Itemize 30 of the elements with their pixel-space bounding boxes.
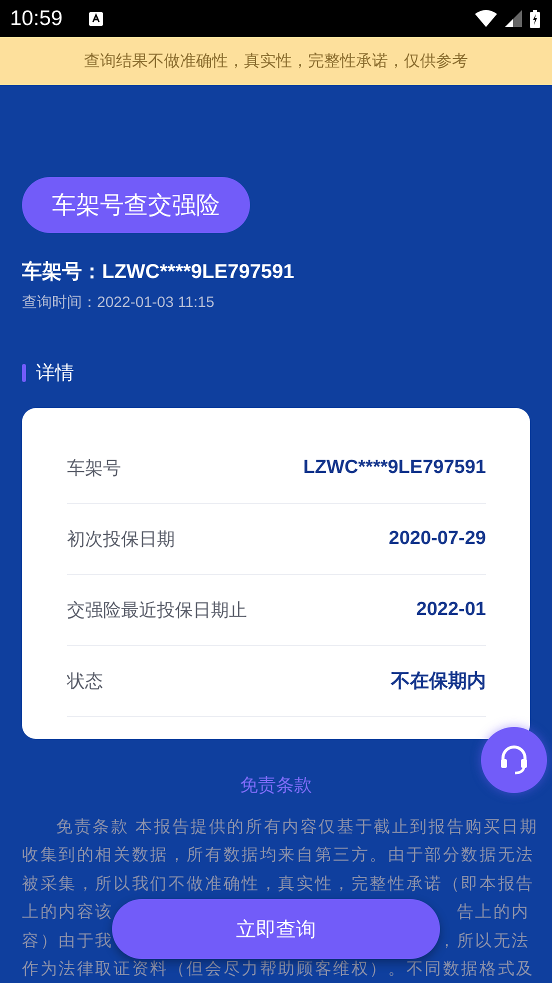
disclaimer-text: ，所以无法 bbox=[438, 930, 530, 952]
wifi-icon bbox=[475, 10, 497, 27]
query-time: 查询时间：2022-01-03 11:15 bbox=[22, 293, 216, 312]
disclaimer-text: 免责条款 本报告提供的所有内容仅基于截止到报告购买日期 bbox=[56, 817, 538, 836]
battery-icon bbox=[530, 10, 540, 28]
section-title: 详情 bbox=[36, 361, 74, 386]
detail-label: 状态 bbox=[67, 670, 103, 693]
disclaimer-text: 告上的内 bbox=[456, 901, 530, 924]
detail-label: 交强险最近投保日期止 bbox=[67, 599, 247, 622]
section-marker bbox=[22, 364, 26, 382]
disclaimer-title: 免责条款 bbox=[239, 774, 313, 797]
customer-service-button[interactable] bbox=[481, 727, 547, 793]
detail-label: 初次投保日期 bbox=[67, 528, 175, 551]
disclaimer-text: 上的内容该 bbox=[22, 901, 114, 924]
query-now-button[interactable]: 立即查询 bbox=[112, 899, 440, 959]
signal-icon bbox=[505, 10, 522, 27]
disclaimer-text: 被采集，所以我们不做准确性，真实性，完整性承诺（即本报告 bbox=[22, 874, 534, 893]
query-type-tag: 车架号查交强险 bbox=[22, 177, 250, 233]
detail-value: LZWC****9LE797591 bbox=[303, 457, 486, 479]
disclaimer-text: 作为法律取证资料（但会尽力帮助顾客维权）。不同数据格式及 bbox=[22, 958, 534, 978]
detail-value: 2020-07-29 bbox=[388, 528, 486, 550]
detail-value: 2022-01 bbox=[416, 599, 486, 621]
status-time: 10:59 bbox=[10, 6, 63, 30]
disclaimer-text: 收集到的相关数据，所有数据均来自第三方。由于部分数据无法 bbox=[22, 845, 534, 864]
detail-value: 不在保期内 bbox=[391, 670, 486, 694]
keyboard-icon bbox=[88, 12, 103, 26]
disclaimer-text: 容）由于我 bbox=[22, 930, 114, 952]
notice-banner: 查询结果不做准确性，真实性，完整性承诺，仅供参考 bbox=[0, 37, 552, 85]
detail-label: 车架号 bbox=[67, 457, 121, 480]
vin-heading: 车架号：LZWC****9LE797591 bbox=[22, 260, 296, 285]
